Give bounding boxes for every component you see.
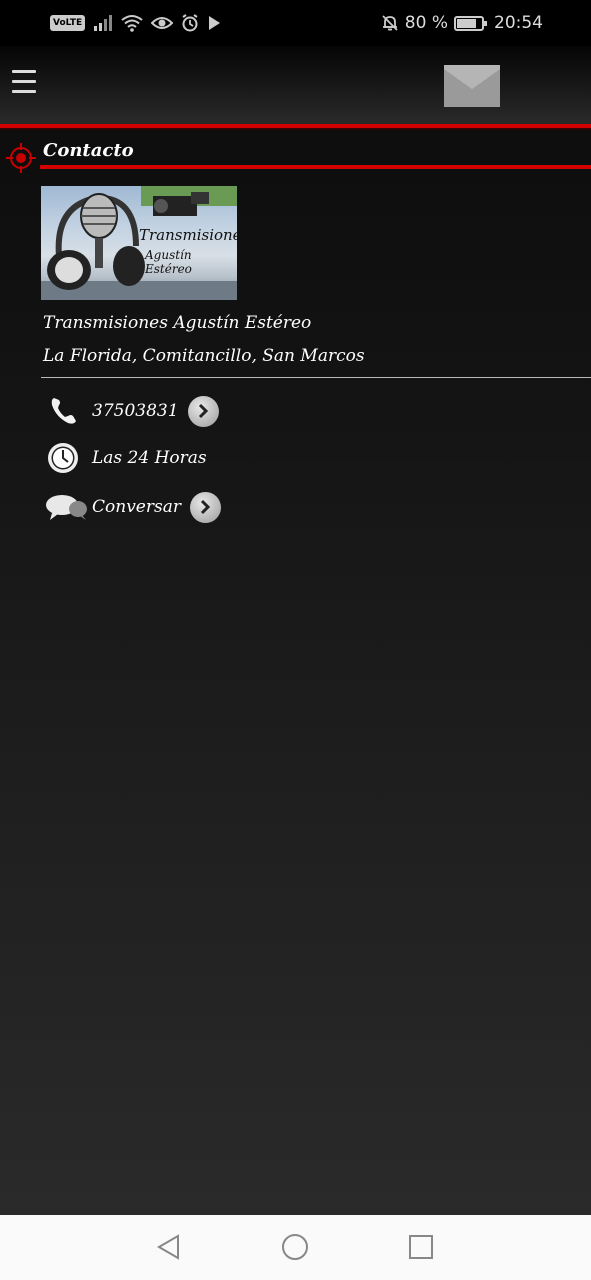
hours-text: Las 24 Horas — [92, 448, 207, 468]
system-nav-bar — [0, 1215, 591, 1280]
section-accent-line — [40, 165, 591, 169]
logo-text-line2: Agustín Estéreo — [145, 248, 192, 276]
wifi-icon — [121, 15, 143, 32]
divider — [41, 377, 591, 378]
recents-square-icon[interactable] — [406, 1232, 436, 1262]
hamburger-menu-icon[interactable] — [12, 70, 36, 100]
business-logo-image: Transmisiones Agustín Estéreo — [41, 186, 237, 300]
status-right: 80 % 20:54 — [381, 12, 543, 34]
alarm-icon — [182, 14, 198, 32]
battery-icon — [454, 15, 487, 31]
notifications-off-icon — [382, 15, 398, 31]
status-bar: VoLTE 80 % 20:54 — [0, 0, 591, 46]
target-icon — [6, 143, 36, 173]
battery-percent: 80 % — [404, 13, 448, 33]
battery-fill — [457, 18, 477, 28]
home-circle-icon[interactable] — [280, 1232, 310, 1262]
section-header: Contacto — [0, 138, 591, 173]
chat-arrow-button[interactable] — [189, 491, 221, 523]
play-icon — [209, 16, 221, 30]
chevron-right-icon — [198, 403, 209, 419]
chat-text: Conversar — [92, 497, 181, 517]
business-address: La Florida, Comitancillo, San Marcos — [43, 346, 365, 366]
phone-arrow-button[interactable] — [187, 395, 219, 427]
volte-indicator: VoLTE — [50, 15, 86, 31]
contact-row-chat[interactable]: Conversar — [44, 489, 221, 525]
contact-row-hours: Las 24 Horas — [44, 440, 207, 476]
envelope-icon[interactable] — [444, 65, 500, 107]
section-title: Contacto — [43, 140, 134, 161]
status-left: VoLTE — [50, 12, 221, 34]
chevron-right-icon — [201, 499, 211, 515]
chat-bubbles-icon — [46, 495, 87, 520]
clock-time: 20:54 — [494, 13, 543, 33]
phone-icon — [51, 398, 76, 424]
app-header — [0, 46, 591, 124]
phone-number: 37503831 — [92, 401, 179, 421]
clock-icon — [48, 443, 78, 473]
business-name: Transmisiones Agustín Estéreo — [43, 313, 312, 333]
signal-icon — [94, 15, 113, 31]
logo-text-line1: Transmisiones — [139, 226, 237, 244]
header-accent-line — [0, 124, 591, 128]
back-triangle-icon[interactable] — [154, 1232, 184, 1262]
contact-row-phone[interactable]: 37503831 — [44, 393, 219, 429]
eye-icon — [151, 17, 174, 29]
